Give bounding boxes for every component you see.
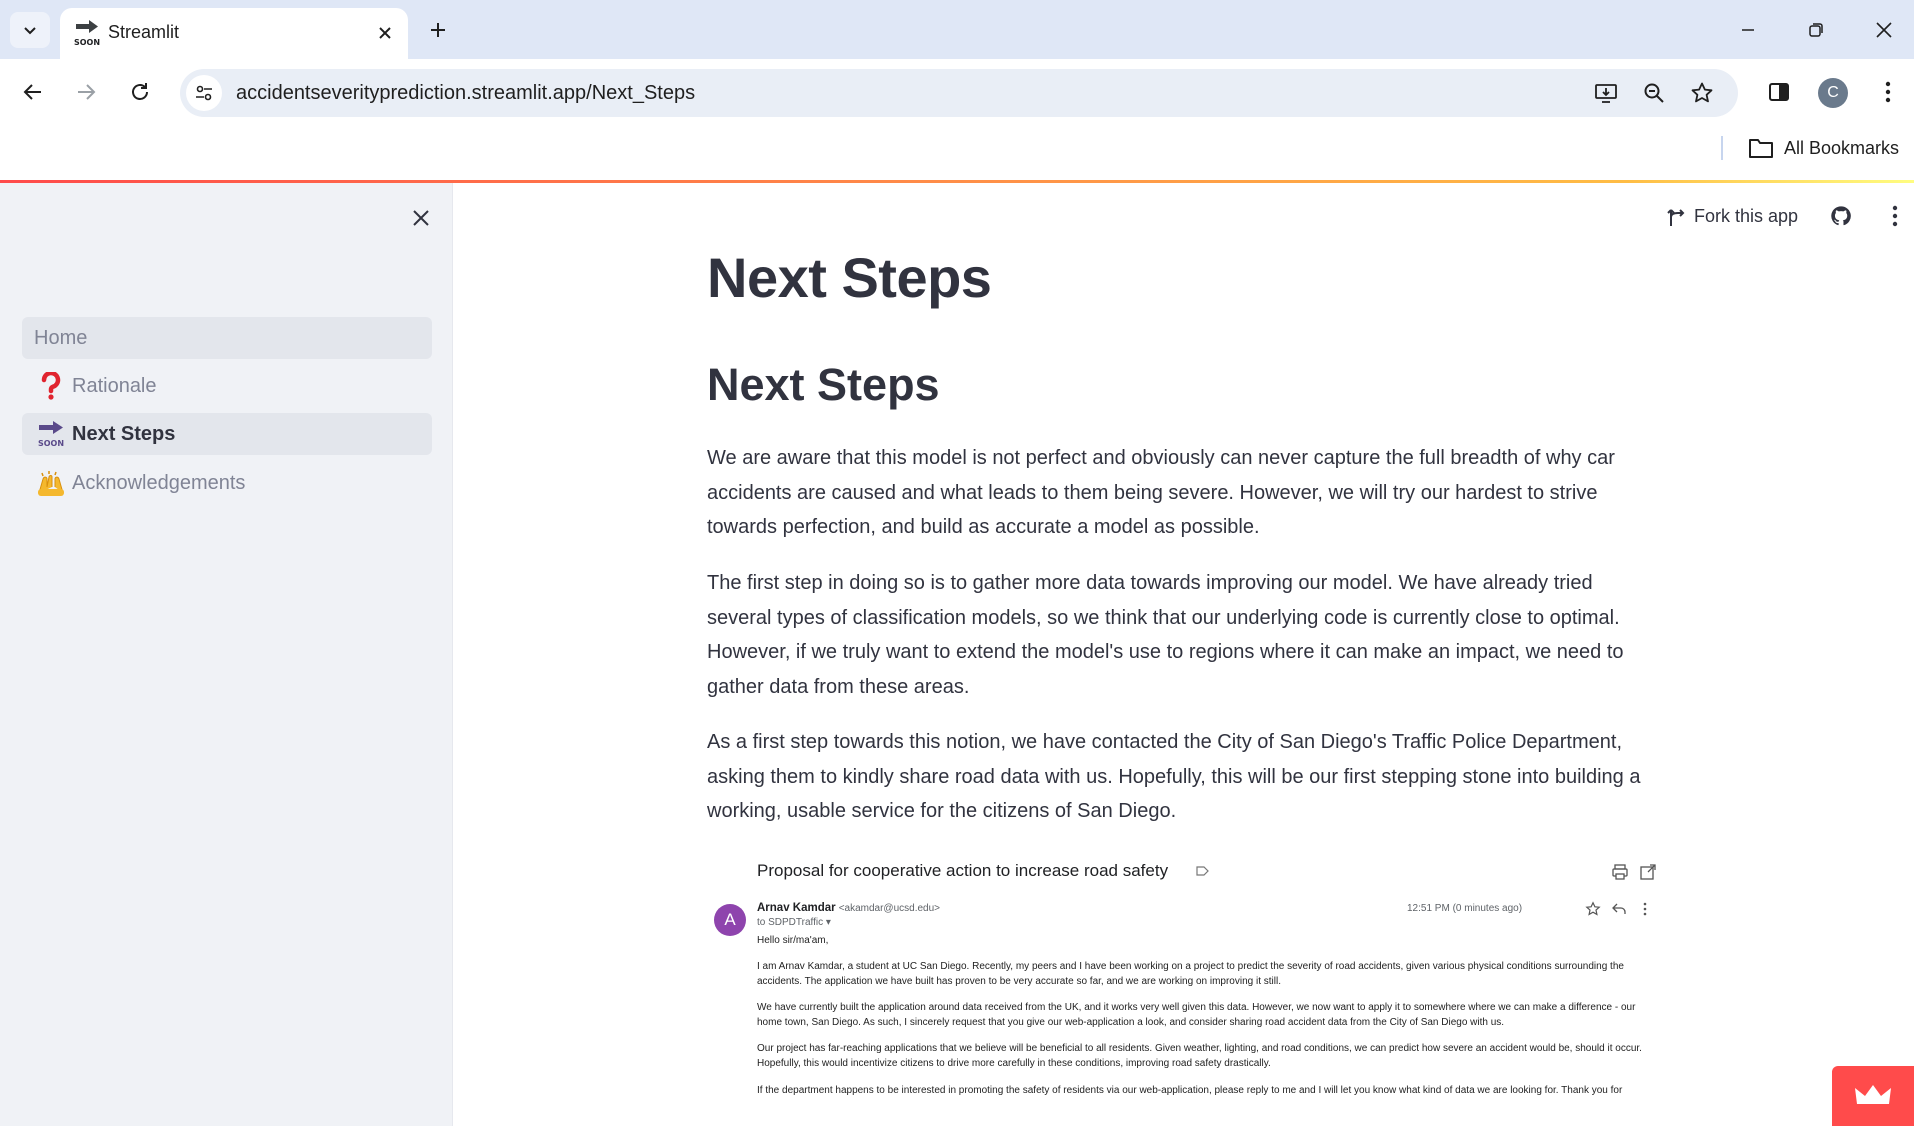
- reply-icon: [1612, 903, 1626, 914]
- email-body-line: Our project has far-reaching application…: [757, 1043, 1642, 1069]
- zoom-icon[interactable]: [1638, 77, 1670, 109]
- sidebar-item-label: Next Steps: [72, 422, 176, 445]
- sidebar-item-label: Home: [34, 326, 88, 349]
- bookmarks-separator: [1721, 136, 1723, 160]
- more-icon: [1643, 902, 1647, 916]
- sidebar-item-next-steps[interactable]: SOON Next Steps: [22, 413, 432, 455]
- sidebar-item-label: Rationale: [72, 374, 157, 397]
- tab-search-chevron-icon[interactable]: [10, 12, 50, 48]
- bookmark-star-icon[interactable]: [1686, 77, 1718, 109]
- crown-icon: [1855, 1085, 1891, 1104]
- email-body-line: I am Arnav Kamdar, a student at UC San D…: [757, 961, 1624, 987]
- raising-hands-icon: [34, 466, 68, 500]
- question-mark-icon: [34, 369, 68, 403]
- app-main: Fork this app Next Steps Next Steps We a…: [454, 183, 1914, 1126]
- tab-title: Streamlit: [108, 22, 180, 42]
- svg-text:SOON: SOON: [38, 439, 64, 448]
- fork-icon: [1667, 209, 1685, 226]
- sidebar-item-acknowledgements[interactable]: Acknowledgements: [22, 462, 432, 504]
- sidebar-item-home[interactable]: Home: [22, 317, 432, 359]
- email-recipient: to SDPDTraffic ▾: [757, 917, 831, 928]
- sidebar-item-label: Acknowledgements: [72, 471, 246, 494]
- forward-arrow-icon[interactable]: [66, 72, 106, 112]
- page-title: Next Steps: [707, 246, 992, 309]
- paragraph-2: The first step in doing so is to gather …: [707, 572, 1624, 698]
- browser-tab[interactable]: SOON Streamlit: [60, 8, 408, 59]
- all-bookmarks-button[interactable]: All Bookmarks: [1748, 134, 1899, 162]
- address-bar[interactable]: accidentseverityprediction.streamlit.app…: [180, 69, 1738, 117]
- recipient-text: to SDPDTraffic: [757, 917, 824, 928]
- all-bookmarks-label: All Bookmarks: [1784, 137, 1900, 158]
- email-sender: Arnav Kamdar <akamdar@ucsd.edu>: [757, 902, 940, 914]
- open-new-window-icon: [1640, 864, 1656, 880]
- install-app-icon[interactable]: [1590, 77, 1622, 109]
- label-tag-icon: [1196, 866, 1209, 876]
- sender-name: Arnav Kamdar: [757, 902, 836, 914]
- section-heading: Next Steps: [707, 359, 940, 410]
- fork-app-label: Fork this app: [1694, 205, 1799, 226]
- sender-avatar: A: [714, 904, 746, 936]
- browser-toolbar: accidentseverityprediction.streamlit.app…: [0, 59, 1914, 122]
- sender-email: <akamdar@ucsd.edu>: [838, 903, 941, 914]
- email-subject: Proposal for cooperative action to incre…: [757, 861, 1169, 880]
- app-menu-icon[interactable]: [1878, 199, 1912, 233]
- svg-text:SOON: SOON: [74, 38, 100, 47]
- reload-icon[interactable]: [120, 72, 160, 112]
- window-close-icon[interactable]: [1854, 8, 1914, 52]
- browser-tab-bar: SOON Streamlit: [0, 0, 1914, 59]
- fork-app-button[interactable]: Fork this app: [1666, 201, 1798, 231]
- print-icon: [1612, 864, 1628, 880]
- email-time: 12:51 PM (0 minutes ago): [1407, 903, 1523, 914]
- soon-arrow-icon: SOON: [34, 417, 68, 451]
- bookmarks-bar: All Bookmarks: [0, 122, 1914, 179]
- paragraph-3: As a first step towards this notion, we …: [707, 731, 1641, 822]
- url-text: accidentseverityprediction.streamlit.app…: [236, 82, 696, 104]
- close-sidebar-icon[interactable]: [404, 201, 438, 235]
- soon-arrow-icon: SOON: [74, 20, 100, 47]
- profile-avatar[interactable]: C: [1818, 78, 1848, 108]
- browser-menu-icon[interactable]: [1868, 72, 1908, 112]
- email-greeting: Hello sir/ma'am,: [757, 935, 829, 946]
- github-icon[interactable]: [1824, 199, 1858, 233]
- new-tab-plus-icon[interactable]: [420, 12, 456, 48]
- app-sidebar: Home Rationale SOON Next Steps Acknowled…: [0, 183, 453, 1126]
- sidebar-item-rationale[interactable]: Rationale: [22, 365, 432, 407]
- folder-icon: [1749, 139, 1773, 158]
- restore-icon[interactable]: [1786, 8, 1846, 52]
- back-arrow-icon[interactable]: [13, 72, 53, 112]
- email-body-line: We have currently built the application …: [757, 1002, 1636, 1028]
- email-body-line: If the department happens to be interest…: [757, 1085, 1623, 1096]
- site-settings-icon[interactable]: [186, 75, 222, 111]
- paragraph-1: We are aware that this model is not perf…: [707, 447, 1615, 538]
- email-screenshot-image: Proposal for cooperative action to incre…: [707, 851, 1667, 1126]
- minimize-icon[interactable]: [1718, 8, 1778, 52]
- tab-close-icon[interactable]: [372, 20, 398, 46]
- streamlit-crown-badge[interactable]: [1832, 1066, 1914, 1126]
- star-icon: [1585, 901, 1601, 916]
- side-panel-icon[interactable]: [1759, 72, 1799, 112]
